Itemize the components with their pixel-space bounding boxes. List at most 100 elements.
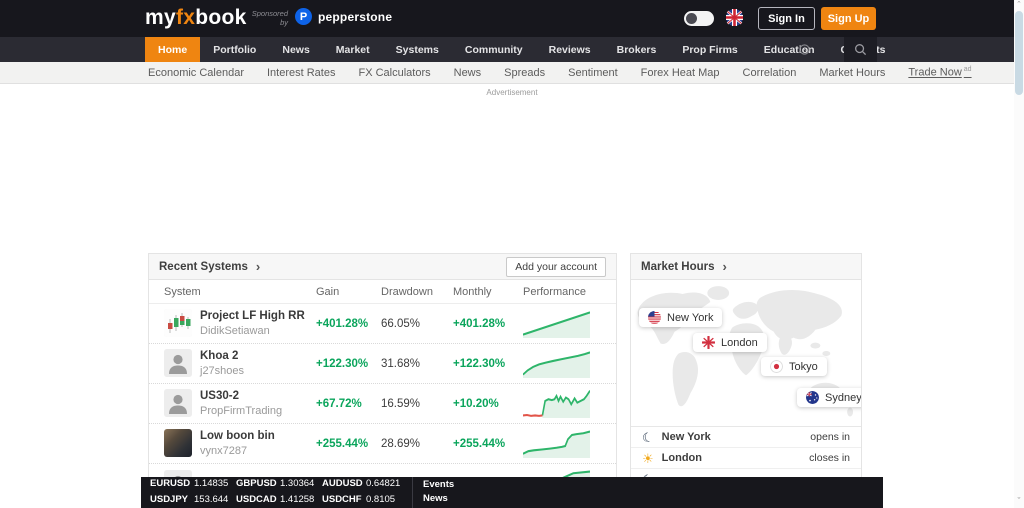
map-pin-new-york[interactable]: New York — [639, 308, 723, 327]
subnav-market-hours[interactable]: Market Hours — [819, 67, 885, 79]
system-name[interactable]: US30-2 — [200, 389, 282, 404]
col-system: System — [164, 285, 201, 298]
session-city: New York — [661, 431, 711, 443]
system-avatar — [164, 429, 192, 458]
session-row-london[interactable]: ☀ London closes in — [631, 448, 861, 469]
subnav-fx-calculators[interactable]: FX Calculators — [358, 67, 430, 79]
page-scrollbar[interactable]: ˆ ˇ — [1014, 0, 1024, 508]
uk-flag-icon — [702, 336, 715, 349]
nav-item-news[interactable]: News — [269, 37, 322, 62]
subnav-sentiment[interactable]: Sentiment — [568, 67, 618, 79]
nav-item-prop-firms[interactable]: Prop Firms — [669, 37, 750, 62]
sign-in-button[interactable]: Sign In — [758, 7, 815, 30]
ad-badge: ad — [963, 66, 972, 74]
map-pin-label: Sydney — [825, 391, 861, 404]
subnav-interest-rates[interactable]: Interest Rates — [267, 67, 335, 79]
system-name[interactable]: Project LF High RR — [200, 309, 305, 324]
system-user[interactable]: j27shoes — [200, 364, 244, 378]
nav-item-community[interactable]: Community — [452, 37, 536, 62]
system-user[interactable]: PropFirmTrading — [200, 404, 282, 418]
chevron-right-icon[interactable]: › — [256, 260, 260, 273]
logo-my: my — [145, 6, 176, 29]
nav-item-education[interactable]: Education — [751, 37, 828, 62]
pepperstone-name: pepperstone — [318, 9, 393, 24]
events-link[interactable]: Events — [423, 479, 454, 492]
col-monthly: Monthly — [453, 285, 492, 298]
chevron-right-icon[interactable]: › — [723, 260, 727, 273]
table-row[interactable]: Low boon bin vynx7287 +255.44% 28.69% +2… — [149, 424, 616, 464]
recent-systems-header: Recent Systems › Add your account — [149, 254, 616, 280]
drawdown-value: 28.69% — [381, 437, 421, 450]
map-pin-tokyo[interactable]: Tokyo — [761, 357, 827, 376]
theme-toggle[interactable] — [684, 11, 714, 26]
market-hours-title[interactable]: Market Hours — [641, 261, 715, 273]
news-link[interactable]: News — [423, 493, 454, 506]
advertisement-label: Advertisement — [486, 88, 538, 97]
scroll-down-icon[interactable]: ˇ — [1014, 496, 1024, 506]
subnav-correlation[interactable]: Correlation — [743, 67, 797, 79]
ticker-symbol[interactable]: EURUSD — [150, 478, 194, 489]
system-name[interactable]: Low boon bin — [200, 429, 275, 444]
recent-systems-title[interactable]: Recent Systems — [159, 261, 248, 273]
main-navigation: Home Portfolio News Market Systems Commu… — [0, 37, 1014, 62]
table-row[interactable]: US30-2 PropFirmTrading +67.72% 16.59% +1… — [149, 384, 616, 424]
performance-sparkline — [523, 389, 590, 418]
add-your-account-button[interactable]: Add your account — [506, 256, 606, 277]
performance-sparkline — [523, 309, 590, 338]
world-map: New York London Tokyo Sydney — [631, 280, 861, 427]
system-name[interactable]: Khoa 2 — [200, 349, 244, 364]
subnav-forex-heat-map[interactable]: Forex Heat Map — [641, 67, 720, 79]
search-button[interactable] — [844, 37, 877, 62]
system-user[interactable]: DidikSetiawan — [200, 324, 305, 338]
systems-table-header: System Gain Drawdown Monthly Performance — [149, 280, 616, 304]
ticker-value: 0.8105 — [366, 493, 396, 505]
map-pin-sydney[interactable]: Sydney — [797, 388, 861, 407]
table-row[interactable]: Khoa 2 j27shoes +122.30% 31.68% +122.30% — [149, 344, 616, 384]
nav-item-systems[interactable]: Systems — [383, 37, 452, 62]
scroll-up-icon[interactable]: ˆ — [1014, 0, 1024, 10]
nav-item-brokers[interactable]: Brokers — [604, 37, 670, 62]
us-flag-icon — [648, 311, 661, 324]
col-gain: Gain — [316, 285, 340, 298]
ticker-value: 1.30364 — [280, 478, 315, 489]
language-flag-uk-icon[interactable] — [726, 9, 743, 31]
ticker-quotes: EURUSD 1.14835 GBPUSD 1.30364 AUDUSD 0.6… — [150, 477, 408, 508]
col-performance: Performance — [523, 285, 586, 298]
system-user[interactable]: vynx7287 — [200, 444, 275, 458]
gain-value: +67.72% — [316, 397, 362, 410]
subnav-economic-calendar[interactable]: Economic Calendar — [148, 67, 244, 79]
market-hours-header: Market Hours › — [631, 254, 861, 280]
monthly-value: +255.44% — [453, 437, 506, 450]
ticker-links: Events News — [412, 477, 454, 508]
clock-icon[interactable] — [796, 37, 812, 62]
ticker-symbol[interactable]: USDCAD — [236, 494, 280, 505]
sign-up-button[interactable]: Sign Up — [821, 7, 876, 30]
market-hours-panel: Market Hours › New York London Tokyo Syd… — [630, 253, 862, 508]
session-status: opens in — [810, 431, 850, 443]
session-row-new-york[interactable]: ☾ New York opens in — [631, 427, 861, 448]
nav-item-reviews[interactable]: Reviews — [536, 37, 604, 62]
performance-sparkline — [523, 349, 590, 378]
session-status: closes in — [809, 452, 850, 464]
scrollbar-thumb[interactable] — [1015, 11, 1023, 95]
table-row[interactable]: Project LF High RR DidikSetiawan +401.28… — [149, 304, 616, 344]
ticker-symbol[interactable]: AUDUSD — [322, 478, 366, 489]
moon-icon: ☾ — [640, 428, 656, 446]
nav-item-portfolio[interactable]: Portfolio — [200, 37, 269, 62]
ticker-symbol[interactable]: GBPUSD — [236, 478, 280, 489]
map-pin-london[interactable]: London — [693, 333, 767, 352]
map-pin-label: New York — [667, 311, 714, 324]
nav-item-home[interactable]: Home — [145, 37, 201, 62]
subnav-news[interactable]: News — [454, 67, 482, 79]
monthly-value: +401.28% — [453, 317, 506, 330]
ticker-symbol[interactable]: USDJPY — [150, 494, 194, 505]
subnav-spreads[interactable]: Spreads — [504, 67, 545, 79]
subnav-trade-now[interactable]: Trade Now ad — [908, 66, 971, 79]
ticker-symbol[interactable]: USDCHF — [322, 494, 366, 505]
nav-item-market[interactable]: Market — [323, 37, 383, 62]
drawdown-value: 31.68% — [381, 357, 421, 370]
system-avatar — [164, 389, 192, 418]
ticker-value: 1.41258 — [280, 493, 315, 505]
sponsor-pepperstone-link[interactable]: P pepperstone — [295, 8, 392, 25]
myfxbook-logo[interactable]: myfxbook — [145, 6, 247, 30]
